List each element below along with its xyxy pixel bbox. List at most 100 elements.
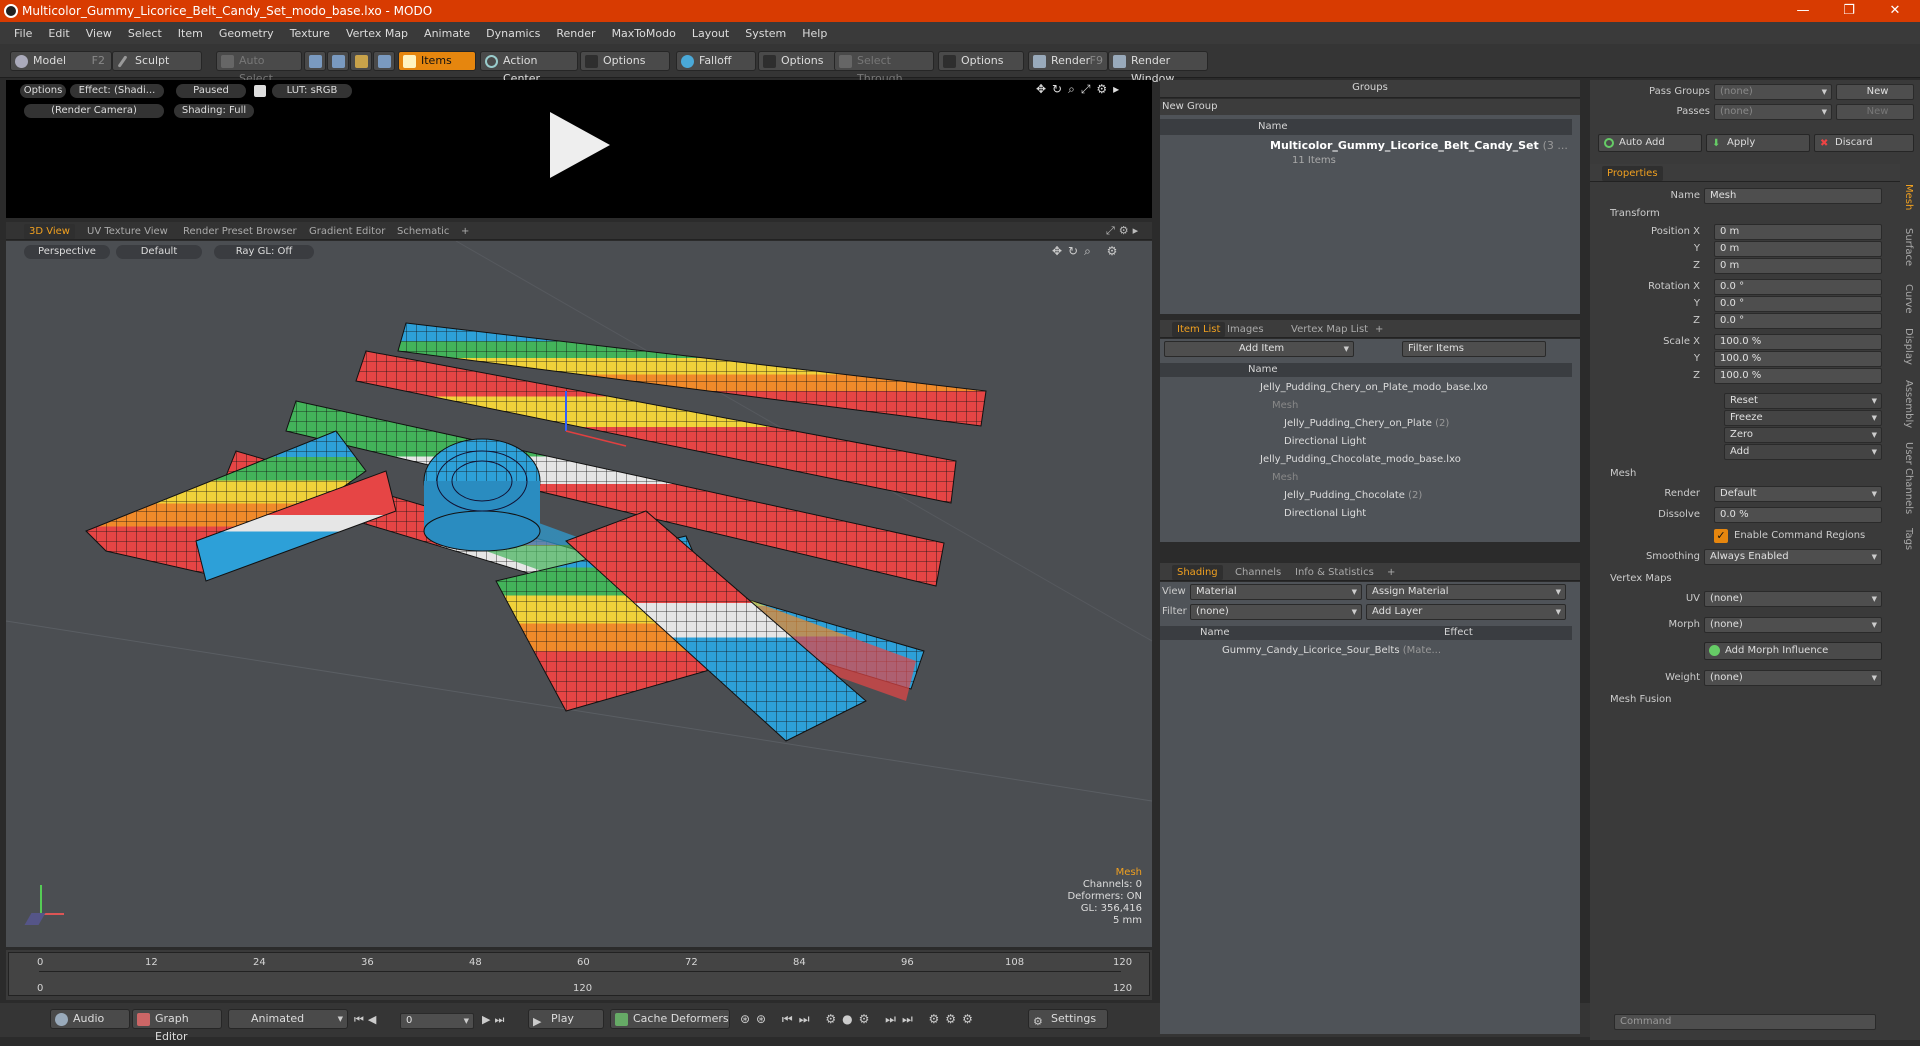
scale-y-field[interactable]: 100.0 %: [1714, 351, 1882, 367]
new-group-button[interactable]: New Group: [1160, 99, 1580, 115]
position-y-field[interactable]: 0 m: [1714, 241, 1882, 257]
passes-dropdown[interactable]: (none): [1714, 104, 1832, 120]
weight-dropdown[interactable]: (none): [1704, 670, 1882, 686]
tab-gradient-editor[interactable]: Gradient Editor: [304, 224, 390, 239]
menu-maxtomodo[interactable]: MaxToModo: [604, 27, 684, 40]
list-item[interactable]: Jelly_Pudding_Chery_on_Plate (2): [1284, 415, 1449, 433]
tab-info-statistics[interactable]: Info & Statistics: [1290, 565, 1379, 580]
scale-x-field[interactable]: 100.0 %: [1714, 334, 1882, 350]
falloff-button[interactable]: Falloff: [676, 51, 756, 71]
mesh-fusion-section[interactable]: Mesh Fusion: [1610, 694, 1672, 705]
position-z-field[interactable]: 0 m: [1714, 258, 1882, 274]
rotation-z-field[interactable]: 0.0 °: [1714, 313, 1882, 329]
preview-nav-icons[interactable]: ✥↻⌕⤢⚙▸: [1036, 82, 1136, 96]
position-x-field[interactable]: 0 m: [1714, 224, 1882, 240]
filter-items-input[interactable]: Filter Items: [1402, 341, 1546, 357]
preview-shading-dropdown[interactable]: Shading: Full: [174, 104, 254, 118]
rotation-x-field[interactable]: 0.0 °: [1714, 279, 1882, 295]
material-row[interactable]: Gummy_Candy_Licorice_Sour_Belts (Mate...: [1222, 642, 1441, 660]
auto-select-button[interactable]: Auto Select: [216, 51, 302, 85]
menu-view[interactable]: View: [78, 27, 120, 40]
3d-viewport[interactable]: Perspective Default Ray GL: Off ✥↻⌕ ⚙ Me…: [6, 241, 1152, 947]
menu-layout[interactable]: Layout: [684, 27, 737, 40]
add-tab-button[interactable]: +: [1370, 322, 1388, 337]
morph-dropdown[interactable]: (none): [1704, 617, 1882, 633]
tab-uv-texture-view[interactable]: UV Texture View: [82, 224, 173, 239]
tab-channels[interactable]: Channels: [1230, 565, 1286, 580]
enable-command-regions-checkbox[interactable]: ✓: [1714, 529, 1728, 543]
polygons-mode-button[interactable]: [350, 51, 372, 71]
list-item[interactable]: Mesh: [1272, 469, 1298, 487]
menu-edit[interactable]: Edit: [40, 27, 77, 40]
edges-mode-button[interactable]: [327, 51, 349, 71]
lock-icon[interactable]: [254, 85, 266, 97]
preview-camera-dropdown[interactable]: (Render Camera): [24, 104, 164, 118]
list-item[interactable]: Jelly_Pudding_Chocolate_modo_base.lxo: [1260, 451, 1461, 469]
dissolve-field[interactable]: 0.0 %: [1714, 507, 1882, 523]
render-window-button[interactable]: Render Window: [1108, 51, 1208, 85]
action-center-options-button[interactable]: Options: [580, 51, 670, 71]
menu-help[interactable]: Help: [794, 27, 835, 40]
minimize-button[interactable]: —: [1780, 0, 1826, 22]
play-button[interactable]: ▶ Play: [528, 1009, 604, 1029]
key-tool-icons[interactable]: ⊛⊛ ⏮⏭ ⚙●⚙ ⏭⏭ ⚙⚙⚙: [740, 1012, 979, 1027]
filter-dropdown[interactable]: (none): [1190, 604, 1362, 620]
auto-add-button[interactable]: Auto Add: [1598, 134, 1702, 152]
preview-effect-dropdown[interactable]: Effect: (Shadi...: [70, 84, 164, 98]
side-tab-curve[interactable]: Curve: [1903, 284, 1914, 314]
add-morph-influence-button[interactable]: Add Morph Influence: [1704, 642, 1882, 660]
select-options-button[interactable]: Options: [938, 51, 1024, 71]
action-center-button[interactable]: Action Center: [480, 51, 578, 85]
list-item[interactable]: Directional Light: [1284, 433, 1366, 451]
command-input[interactable]: Command: [1614, 1014, 1876, 1030]
sculpt-button[interactable]: Sculpt: [112, 51, 202, 71]
apply-button[interactable]: ⬇ Apply: [1706, 134, 1810, 152]
preview-paused-button[interactable]: Paused: [176, 84, 246, 98]
uv-dropdown[interactable]: (none): [1704, 591, 1882, 607]
preview-lut-dropdown[interactable]: LUT: sRGB: [272, 84, 352, 98]
list-item[interactable]: Jelly_Pudding_Chery_on_Plate_modo_base.l…: [1260, 379, 1488, 397]
viewport-panel-icons[interactable]: ⤢⚙▸: [1106, 224, 1142, 238]
animated-dropdown[interactable]: Animated: [228, 1009, 348, 1029]
frame-field[interactable]: 0: [400, 1013, 474, 1029]
list-item[interactable]: Directional Light: [1284, 505, 1366, 523]
menu-animate[interactable]: Animate: [416, 27, 478, 40]
new-pass-button[interactable]: New: [1836, 104, 1914, 120]
model-button[interactable]: Model F2: [10, 51, 112, 71]
list-item[interactable]: Jelly_Pudding_Chocolate (2): [1284, 487, 1422, 505]
add-layer-button[interactable]: Add Layer: [1366, 604, 1566, 620]
render-dropdown[interactable]: Default: [1714, 486, 1882, 502]
playback-back-icons[interactable]: ⏮◀: [354, 1013, 380, 1027]
menu-geometry[interactable]: Geometry: [211, 27, 282, 40]
vertex-maps-section[interactable]: Vertex Maps: [1610, 573, 1672, 584]
tab-vertex-map-list[interactable]: Vertex Map List: [1286, 322, 1373, 337]
maximize-button[interactable]: ❐: [1826, 0, 1872, 22]
view-dropdown[interactable]: Material: [1190, 584, 1362, 600]
side-tab-display[interactable]: Display: [1903, 328, 1914, 365]
tab-images[interactable]: Images: [1222, 322, 1269, 337]
cache-deformers-button[interactable]: Cache Deformers: [610, 1009, 730, 1029]
play-icon[interactable]: [546, 110, 612, 180]
select-through-button[interactable]: Select Through: [834, 51, 934, 85]
add-tab-button[interactable]: +: [456, 224, 474, 239]
pass-groups-dropdown[interactable]: (none): [1714, 84, 1832, 100]
tab-render-preset-browser[interactable]: Render Preset Browser: [178, 224, 302, 239]
zero-dropdown[interactable]: Zero: [1724, 427, 1882, 443]
menu-system[interactable]: System: [737, 27, 794, 40]
audio-button[interactable]: Audio: [50, 1009, 130, 1029]
tab-item-list[interactable]: Item List: [1172, 322, 1226, 337]
add-tab-button[interactable]: +: [1382, 565, 1400, 580]
menu-file[interactable]: File: [6, 27, 40, 40]
reset-dropdown[interactable]: Reset: [1724, 393, 1882, 409]
new-pass-group-button[interactable]: New: [1836, 84, 1914, 100]
menu-item[interactable]: Item: [170, 27, 211, 40]
timeline-ruler[interactable]: 0 12 24 36 48 60 72 84 96 108 120 0 120 …: [8, 952, 1150, 996]
timeline[interactable]: 0 12 24 36 48 60 72 84 96 108 120 0 120 …: [6, 950, 1152, 1000]
add-dropdown[interactable]: Add: [1724, 444, 1882, 460]
menu-render[interactable]: Render: [548, 27, 603, 40]
tab-3d-view[interactable]: 3D View: [24, 224, 75, 239]
transform-section[interactable]: Transform: [1610, 208, 1660, 219]
menu-dynamics[interactable]: Dynamics: [478, 27, 548, 40]
side-tab-assembly[interactable]: Assembly: [1903, 380, 1914, 428]
smoothing-dropdown[interactable]: Always Enabled: [1704, 549, 1882, 565]
